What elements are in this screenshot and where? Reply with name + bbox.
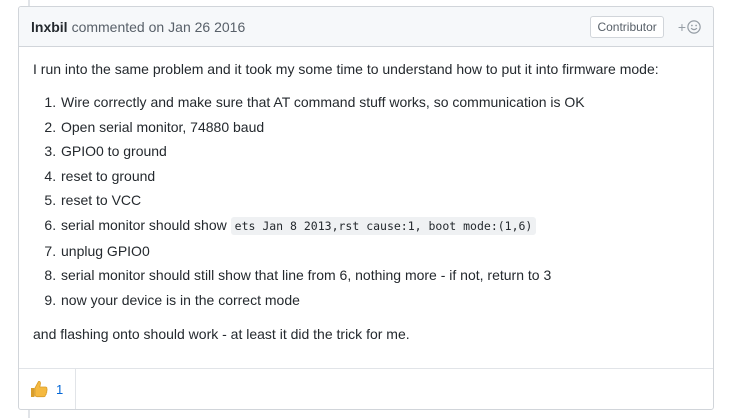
add-reaction-button[interactable]: + — [678, 19, 701, 35]
thumbs-up-reaction-button[interactable]: 1 — [19, 369, 77, 409]
author-link[interactable]: lnxbil — [31, 19, 68, 35]
plus-icon: + — [677, 18, 686, 35]
comment-header: lnxbil commented on Jan 26 2016 Contribu… — [19, 7, 713, 47]
steps-list: Wire correctly and make sure that AT com… — [33, 92, 699, 310]
list-item: Open serial monitor, 74880 baud — [60, 117, 699, 137]
list-item: Wire correctly and make sure that AT com… — [60, 92, 699, 112]
list-item: GPIO0 to ground — [60, 141, 699, 161]
list-item: serial monitor should still show that li… — [60, 265, 699, 285]
reaction-count: 1 — [56, 381, 64, 397]
comment-box: lnxbil commented on Jan 26 2016 Contribu… — [18, 6, 714, 410]
comment-date-link[interactable]: Jan 26 2016 — [168, 19, 245, 35]
comment-action-text: commented on — [71, 18, 165, 35]
list-item: serial monitor should show ets Jan 8 201… — [60, 215, 699, 236]
thumbs-up-icon — [31, 381, 48, 398]
inline-code: ets Jan 8 2013,rst cause:1, boot mode:(1… — [230, 216, 537, 235]
comment-closing: and flashing onto should work - at least… — [33, 325, 410, 342]
reactions-bar: 1 — [19, 368, 713, 409]
list-item: reset to VCC — [60, 190, 699, 210]
comment-intro: I run into the same problem and it took … — [33, 61, 659, 77]
contributor-badge: Contributor — [590, 15, 664, 38]
comment-body: I run into the same problem and it took … — [19, 47, 713, 344]
list-item: unplug GPIO0 — [60, 241, 699, 261]
list-item-text: serial monitor should show — [61, 216, 231, 233]
list-item: reset to ground — [60, 166, 699, 186]
list-item: now your device is in the correct mode — [60, 290, 699, 310]
header-actions: Contributor + — [590, 15, 701, 38]
smiley-icon — [687, 19, 701, 34]
